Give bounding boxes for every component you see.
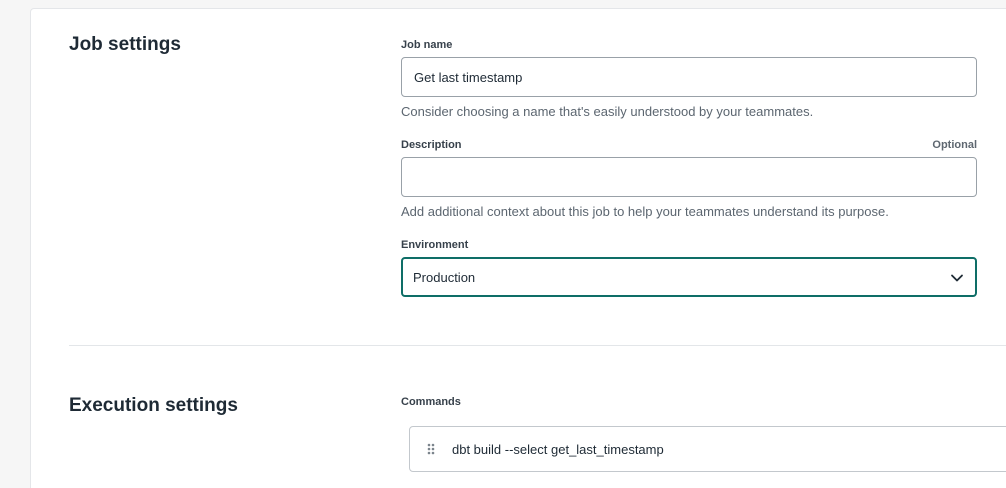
environment-selected-value: Production [413, 269, 476, 285]
commands-label: Commands [401, 396, 461, 408]
command-text[interactable]: dbt build --select get_last_timestamp [452, 442, 664, 457]
description-help: Add additional context about this job to… [401, 204, 889, 219]
job-settings-title: Job settings [69, 34, 181, 55]
environment-label: Environment [401, 239, 469, 251]
job-name-label: Job name [401, 39, 453, 51]
execution-settings-title: Execution settings [69, 395, 238, 416]
job-name-help: Consider choosing a name that's easily u… [401, 104, 814, 119]
description-label: Description [401, 139, 462, 151]
description-input[interactable] [401, 157, 977, 197]
description-optional-label: Optional [932, 139, 977, 151]
drag-handle-icon[interactable] [410, 442, 452, 456]
chevron-down-icon [951, 274, 963, 282]
section-divider [69, 345, 1006, 346]
command-row[interactable]: dbt build --select get_last_timestamp [409, 426, 1006, 472]
job-name-input[interactable] [401, 57, 977, 97]
environment-select[interactable]: Production [401, 257, 977, 297]
